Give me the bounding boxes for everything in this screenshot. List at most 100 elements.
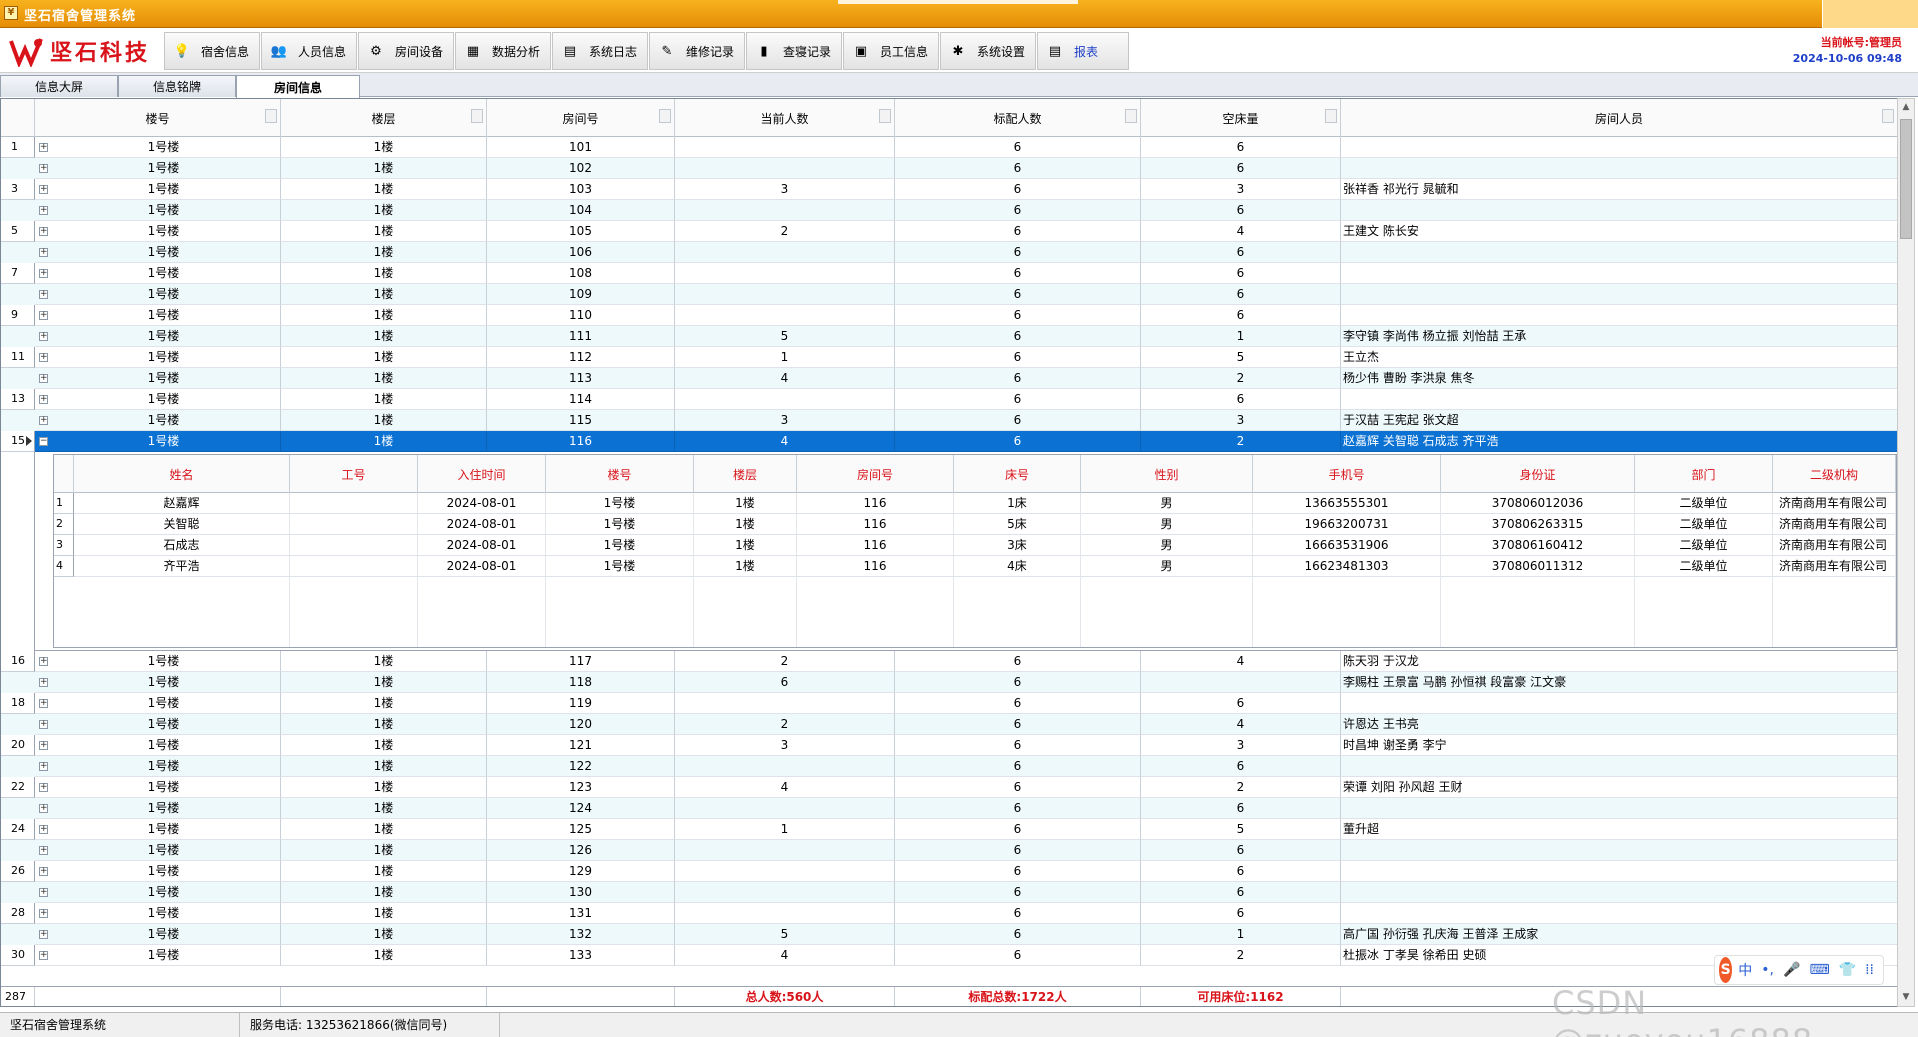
table-row[interactable]: 28 1号楼 1楼 131 6 6 + — [1, 903, 1897, 924]
table-row[interactable]: 231号楼1楼12466+ — [1, 798, 1897, 819]
table-row[interactable]: 171号楼1楼11866李赐柱 王景富 马鹏 孙恒祺 段富豪 江文豪+ — [1, 672, 1897, 693]
expand-icon[interactable]: + — [39, 311, 48, 320]
toolbar-button-8[interactable]: ✱ 系统设置 — [940, 32, 1036, 70]
table-row[interactable]: 13 1号楼 1楼 114 6 6 + — [1, 389, 1897, 410]
toolbar-button-0[interactable]: 💡 宿舍信息 — [164, 32, 260, 70]
table-row[interactable]: 21号楼1楼10266+ — [1, 158, 1897, 179]
table-row[interactable]: 26 1号楼 1楼 129 6 6 + — [1, 861, 1897, 882]
expand-icon[interactable]: + — [39, 353, 48, 362]
table-row[interactable]: 61号楼1楼10666+ — [1, 242, 1897, 263]
toolbar-button-2[interactable]: ⚙ 房间设备 — [358, 32, 454, 70]
expand-icon[interactable]: + — [39, 416, 48, 425]
collapse-icon[interactable]: − — [39, 437, 48, 446]
table-row[interactable]: 15 1号楼 1楼 116 4 6 2 赵嘉辉 关智聪 石成志 齐平浩 − — [1, 431, 1897, 452]
subgrid-column-header[interactable]: 房间号 — [797, 455, 954, 493]
toolbar-button-9[interactable]: ▤ 报表 — [1037, 32, 1129, 70]
expand-icon[interactable]: + — [39, 206, 48, 215]
filter-dropdown-icon[interactable] — [879, 109, 891, 123]
filter-dropdown-icon[interactable] — [471, 109, 483, 123]
table-row[interactable]: 3 1号楼 1楼 103 3 6 3 张祥香 祁光行 晁毓和 + — [1, 179, 1897, 200]
expand-icon[interactable]: + — [39, 951, 48, 960]
filter-dropdown-icon[interactable] — [1125, 109, 1137, 123]
subgrid-column-header[interactable]: 身份证 — [1441, 455, 1635, 493]
expand-icon[interactable]: + — [39, 909, 48, 918]
expand-icon[interactable]: + — [39, 867, 48, 876]
expand-icon[interactable]: + — [39, 930, 48, 939]
table-row[interactable]: 18 1号楼 1楼 119 6 6 + — [1, 693, 1897, 714]
table-row[interactable]: 5 1号楼 1楼 105 2 6 4 王建文 陈长安 + — [1, 221, 1897, 242]
toolbar-button-5[interactable]: ✎ 维修记录 — [649, 32, 745, 70]
column-header[interactable]: 房间号 — [487, 99, 675, 137]
subgrid-column-header[interactable]: 姓名 — [74, 455, 290, 493]
filter-dropdown-icon[interactable] — [1325, 109, 1337, 123]
toolbar-button-6[interactable]: ▮ 查寝记录 — [746, 32, 842, 70]
table-row[interactable]: 24 1号楼 1楼 125 1 6 5 董升超 + — [1, 819, 1897, 840]
table-row[interactable]: 81号楼1楼10966+ — [1, 284, 1897, 305]
tab-room-info[interactable]: 房间信息 — [236, 75, 360, 98]
filter-dropdown-icon[interactable] — [659, 109, 671, 123]
ime-logo-icon[interactable]: S — [1719, 957, 1733, 983]
expand-icon[interactable]: + — [39, 657, 48, 666]
expand-icon[interactable]: + — [39, 699, 48, 708]
expand-icon[interactable]: + — [39, 678, 48, 687]
column-header[interactable]: 空床量 — [1141, 99, 1341, 137]
table-row[interactable]: 211号楼1楼12266+ — [1, 756, 1897, 777]
vertical-scrollbar[interactable]: ▲ ▼ — [1897, 98, 1915, 1007]
table-row[interactable]: 41号楼1楼10466+ — [1, 200, 1897, 221]
column-header[interactable]: 当前人数 — [675, 99, 895, 137]
column-header[interactable]: 楼层 — [281, 99, 487, 137]
table-row[interactable]: 20 1号楼 1楼 121 3 6 3 时昌坤 谢圣勇 李宁 + — [1, 735, 1897, 756]
subgrid-column-header[interactable]: 床号 — [954, 455, 1081, 493]
table-row[interactable]: 121号楼1楼113462杨少伟 曹盼 李洪泉 焦冬+ — [1, 368, 1897, 389]
ime-chinese-mode[interactable]: 中 — [1738, 960, 1752, 980]
expand-icon[interactable]: + — [39, 762, 48, 771]
table-row[interactable]: 251号楼1楼12666+ — [1, 840, 1897, 861]
table-row[interactable]: 191号楼1楼120264许恩达 王书亮+ — [1, 714, 1897, 735]
table-row[interactable]: 9 1号楼 1楼 110 6 6 + — [1, 305, 1897, 326]
tab-info-plate[interactable]: 信息铭牌 — [118, 75, 236, 97]
subgrid-column-header[interactable]: 手机号 — [1253, 455, 1441, 493]
expand-icon[interactable]: + — [39, 374, 48, 383]
expand-icon[interactable]: + — [39, 185, 48, 194]
expand-icon[interactable]: + — [39, 825, 48, 834]
subgrid-column-header[interactable]: 二级机构 — [1773, 455, 1896, 493]
subgrid-column-header[interactable]: 楼层 — [694, 455, 797, 493]
table-row[interactable]: 11 1号楼 1楼 112 1 6 5 王立杰 + — [1, 347, 1897, 368]
ime-mic-icon[interactable]: 🎤 — [1783, 962, 1800, 978]
expand-icon[interactable]: + — [39, 741, 48, 750]
scroll-up-icon[interactable]: ▲ — [1898, 99, 1914, 116]
table-row[interactable]: 1 1号楼 1楼 101 6 6 + — [1, 137, 1897, 158]
expand-icon[interactable]: + — [39, 248, 48, 257]
expand-icon[interactable]: + — [39, 783, 48, 792]
column-header[interactable]: 楼号 — [35, 99, 281, 137]
table-row[interactable]: 101号楼1楼111561李守镇 李尚伟 杨立振 刘怡喆 王承+ — [1, 326, 1897, 347]
filter-dropdown-icon[interactable] — [1882, 109, 1894, 123]
ime-skin-icon[interactable]: 👕 — [1839, 962, 1856, 978]
table-row[interactable]: 291号楼1楼132561高广国 孙衍强 孔庆海 王普泽 王成家+ — [1, 924, 1897, 945]
column-header[interactable]: 标配人数 — [895, 99, 1141, 137]
toolbar-button-3[interactable]: ▦ 数据分析 — [455, 32, 551, 70]
toolbar-button-7[interactable]: ▣ 员工信息 — [843, 32, 939, 70]
subgrid-column-header[interactable]: 工号 — [290, 455, 418, 493]
toolbar-button-1[interactable]: 👥 人员信息 — [261, 32, 357, 70]
table-row[interactable]: 7 1号楼 1楼 108 6 6 + — [1, 263, 1897, 284]
expand-icon[interactable]: + — [39, 720, 48, 729]
ime-keyboard-icon[interactable]: ⌨ — [1809, 962, 1829, 978]
table-row[interactable]: 22 1号楼 1楼 123 4 6 2 荣谭 刘阳 孙风超 王财 + — [1, 777, 1897, 798]
table-row[interactable]: 16 1号楼 1楼 117 2 6 4 陈天羽 于汉龙 + — [1, 651, 1897, 672]
column-header[interactable]: 房间人员 — [1341, 99, 1897, 137]
subgrid-column-header[interactable]: 入住时间 — [418, 455, 546, 493]
subgrid-column-header[interactable]: 部门 — [1635, 455, 1773, 493]
tab-info-screen[interactable]: 信息大屏 — [0, 75, 118, 97]
expand-icon[interactable]: + — [39, 227, 48, 236]
expand-icon[interactable]: + — [39, 804, 48, 813]
ime-punctuation-icon[interactable]: •, — [1761, 962, 1774, 978]
subgrid-column-header[interactable]: 性别 — [1081, 455, 1253, 493]
subgrid-column-header[interactable]: 楼号 — [546, 455, 694, 493]
window-controls[interactable] — [1822, 0, 1918, 28]
expand-icon[interactable]: + — [39, 332, 48, 341]
scroll-thumb[interactable] — [1900, 119, 1912, 239]
table-row[interactable]: 30 1号楼 1楼 133 4 6 2 杜振冰 丁孝昊 徐希田 史硕 + — [1, 945, 1897, 966]
table-row[interactable]: 271号楼1楼13066+ — [1, 882, 1897, 903]
expand-icon[interactable]: + — [39, 269, 48, 278]
